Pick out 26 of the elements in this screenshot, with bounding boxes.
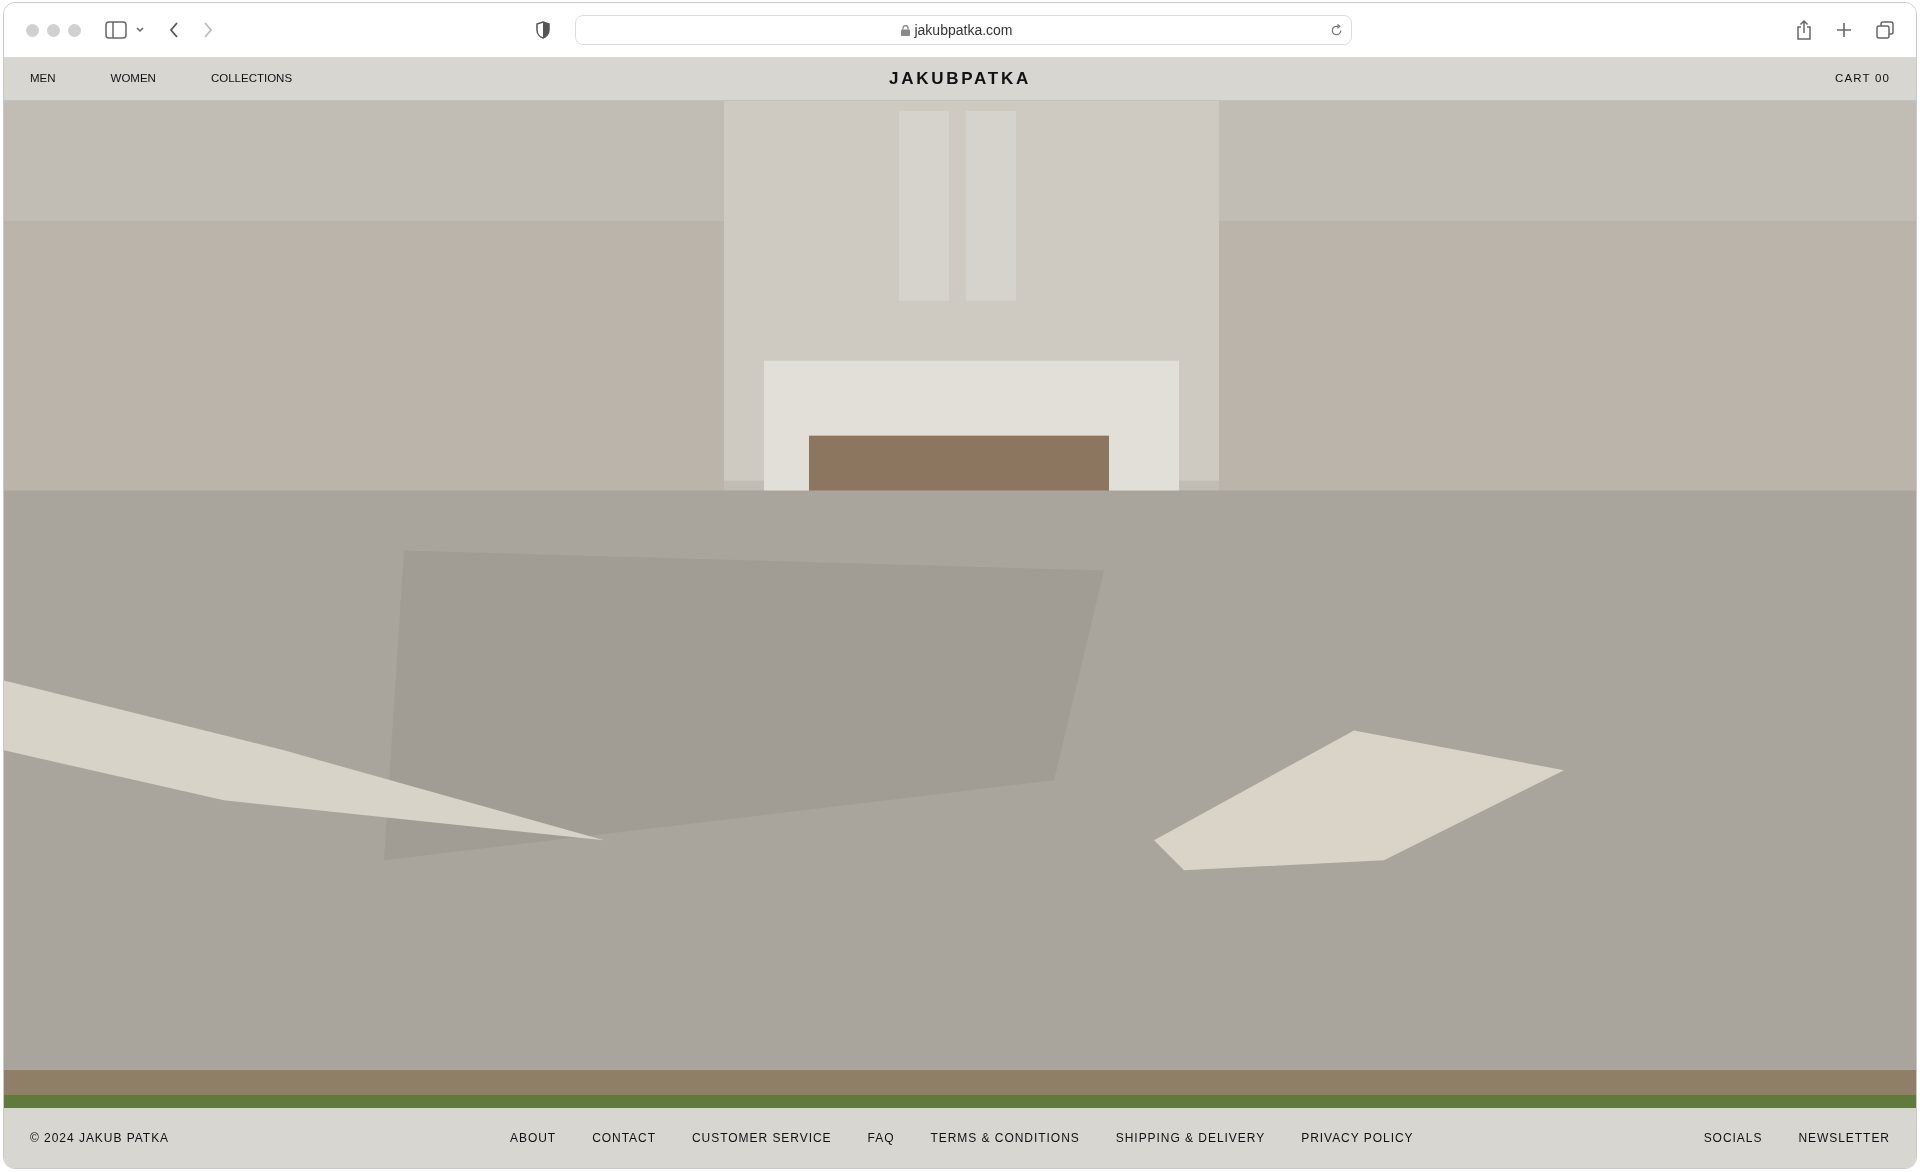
shield-icon[interactable] (535, 21, 551, 39)
footer-link[interactable]: ABOUT (510, 1129, 557, 1147)
nav-link[interactable]: WOMEN (110, 70, 156, 88)
lock-icon (901, 24, 911, 36)
footer-link[interactable]: FAQ (867, 1129, 895, 1147)
plus-icon[interactable] (1836, 22, 1852, 38)
footer-link[interactable]: CONTACT (592, 1129, 656, 1147)
footer-link[interactable]: PRIVACY POLICY (1301, 1129, 1414, 1147)
sidebar-icon[interactable] (105, 21, 127, 39)
copyright-text: © 2024 JAKUB PATKA (30, 1130, 171, 1147)
tabs-icon[interactable] (1876, 21, 1894, 39)
nav-link[interactable]: COLLECTIONS (210, 70, 293, 88)
nav-link[interactable]: MEN (30, 70, 56, 88)
footer-link[interactable]: NEWSLETTER (1798, 1129, 1890, 1147)
brand-logo[interactable]: JAKUBPATKA (889, 66, 1031, 92)
chevron-down-icon[interactable] (135, 26, 145, 34)
footer-link[interactable]: SOCIALS (1703, 1129, 1763, 1147)
footer-link[interactable]: TERMS & CONDITIONS (930, 1129, 1080, 1147)
footer-link[interactable]: SHIPPING & DELIVERY (1115, 1129, 1266, 1147)
back-icon[interactable] (169, 21, 179, 39)
url-text: jakubpatka.com (914, 20, 1013, 40)
share-icon[interactable] (1796, 20, 1812, 40)
reload-icon[interactable] (1330, 23, 1343, 37)
cart-link[interactable]: CART 00 (1835, 70, 1890, 88)
footer-link[interactable]: CUSTOMER SERVICE (691, 1129, 832, 1147)
address-bar[interactable]: jakubpatka.com (575, 15, 1352, 45)
